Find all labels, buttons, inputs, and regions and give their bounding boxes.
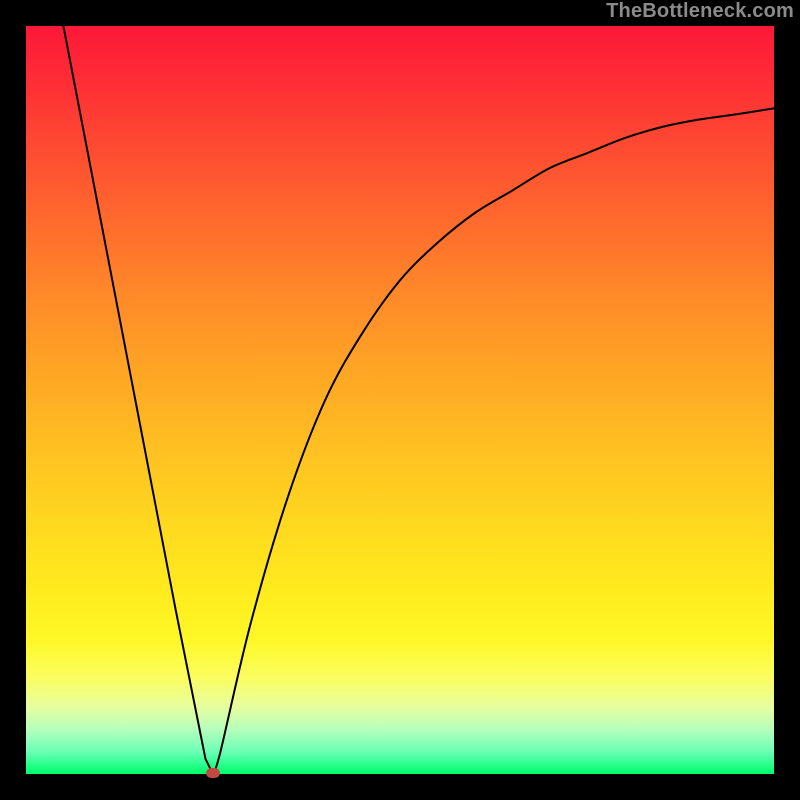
chart-frame [26, 26, 774, 774]
chart-curve [26, 26, 774, 774]
watermark-text: TheBottleneck.com [606, 0, 794, 23]
minimum-marker [206, 768, 220, 778]
